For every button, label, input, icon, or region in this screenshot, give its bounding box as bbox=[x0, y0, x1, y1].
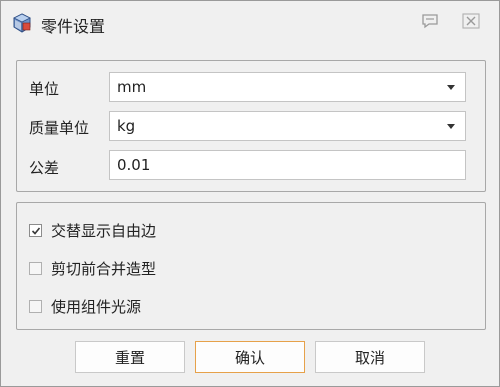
options-group: 交替显示自由边 剪切前合并造型 使用组件光源 bbox=[16, 202, 486, 330]
dialog-title: 零件设置 bbox=[41, 17, 106, 36]
close-button[interactable] bbox=[460, 13, 482, 33]
mass-unit-label: 质量单位 bbox=[29, 119, 90, 137]
unit-label: 单位 bbox=[29, 80, 60, 98]
part-settings-dialog: 零件设置 单位 mm 质量单位 kg 公差 0.01 交替显示自由边 剪切前合并… bbox=[0, 0, 500, 387]
unit-select-value: mm bbox=[117, 78, 147, 96]
unit-select[interactable]: mm bbox=[109, 72, 466, 102]
close-icon bbox=[462, 13, 480, 33]
checkbox-unchecked[interactable] bbox=[29, 261, 42, 275]
option-label: 使用组件光源 bbox=[51, 297, 142, 316]
option-label: 剪切前合并造型 bbox=[51, 259, 157, 278]
mass-unit-select-value: kg bbox=[117, 117, 136, 135]
option-use-component-light[interactable]: 使用组件光源 bbox=[29, 296, 141, 316]
cancel-button[interactable]: 取消 bbox=[315, 341, 425, 373]
chevron-down-icon bbox=[447, 85, 455, 90]
tolerance-label: 公差 bbox=[29, 159, 60, 177]
chevron-down-icon bbox=[447, 124, 455, 129]
option-alternate-free-edges[interactable]: 交替显示自由边 bbox=[29, 220, 156, 240]
option-label: 交替显示自由边 bbox=[51, 221, 157, 240]
units-group: 单位 mm 质量单位 kg 公差 bbox=[16, 60, 486, 192]
option-merge-before-cut[interactable]: 剪切前合并造型 bbox=[29, 258, 156, 278]
reset-button[interactable]: 重置 bbox=[75, 341, 185, 373]
part-settings-app-icon bbox=[11, 12, 33, 34]
mass-unit-select[interactable]: kg bbox=[109, 111, 466, 141]
tolerance-input[interactable] bbox=[117, 156, 437, 174]
chat-bubble-icon bbox=[421, 13, 439, 33]
tolerance-field[interactable] bbox=[109, 150, 466, 180]
confirm-button[interactable]: 确认 bbox=[195, 341, 305, 373]
title-bar: 零件设置 bbox=[1, 1, 499, 45]
checkbox-unchecked[interactable] bbox=[29, 299, 42, 313]
help-button[interactable] bbox=[419, 13, 441, 33]
checkbox-checked[interactable] bbox=[29, 223, 42, 237]
